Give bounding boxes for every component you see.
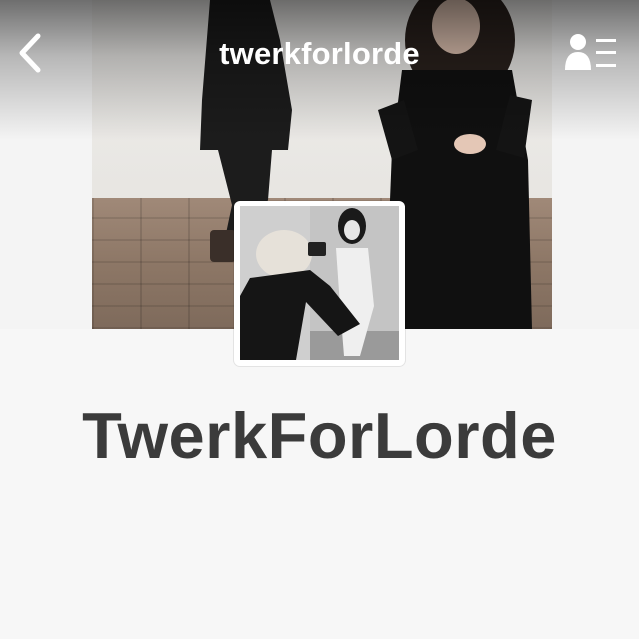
avatar[interactable]	[234, 201, 405, 366]
blog-url-title: twerkforlorde	[219, 36, 420, 71]
followers-menu-button[interactable]	[562, 30, 622, 76]
avatar-image	[240, 206, 399, 360]
avatar-photo	[240, 206, 399, 360]
blog-screen: twerkforlorde TwerkForLorde	[0, 0, 639, 639]
user-list-icon	[565, 34, 616, 70]
blog-name-heading: TwerkForLorde	[82, 399, 557, 472]
